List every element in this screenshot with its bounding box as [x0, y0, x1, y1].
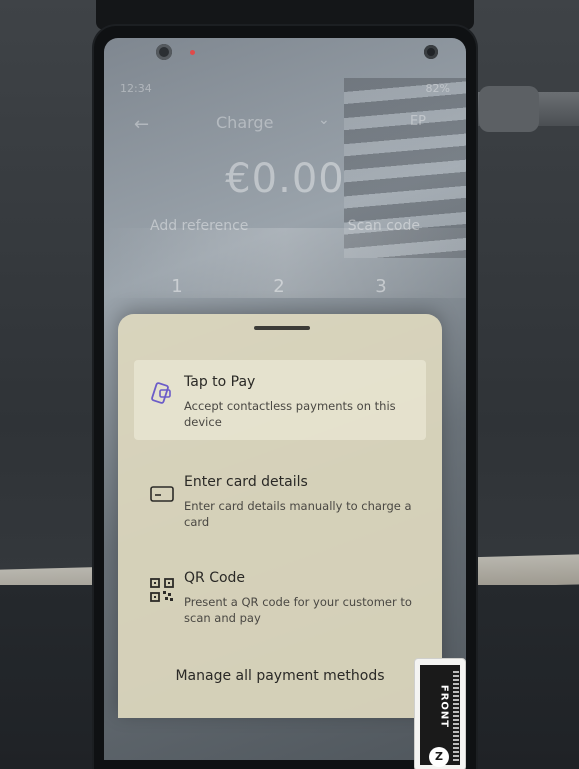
profile-badge[interactable]: EP: [410, 114, 426, 129]
camera-icon: [156, 44, 172, 60]
back-arrow-icon[interactable]: ←: [134, 114, 149, 135]
payment-method-sheet: Tap to Pay Accept contactless payments o…: [118, 314, 442, 718]
status-time: 12:34: [120, 82, 152, 95]
card-icon: [150, 486, 174, 502]
keypad-key-1[interactable]: 1: [162, 276, 192, 297]
keypad-row: 1 2 3: [104, 276, 466, 304]
option-enter-card-details[interactable]: Enter card details Enter card details ma…: [134, 460, 426, 540]
option-qr-code[interactable]: QR Code Present a QR code for your custo…: [134, 556, 426, 636]
reference-row: Add reference Scan code: [104, 216, 466, 240]
manage-payment-methods-button[interactable]: Manage all payment methods: [118, 668, 442, 684]
charge-title[interactable]: Charge: [216, 113, 273, 132]
charge-amount: €0.00: [225, 156, 345, 202]
chevron-down-icon[interactable]: ⌄: [318, 112, 330, 128]
usb-plug: [479, 86, 539, 132]
status-battery: 82%: [425, 82, 450, 95]
front-sticker: FRONT Z: [414, 658, 466, 769]
sticker-fine-print: [453, 671, 459, 763]
option-tap-to-pay[interactable]: Tap to Pay Accept contactless payments o…: [134, 360, 426, 440]
sticker-logo-icon: Z: [429, 747, 449, 767]
status-led: [190, 50, 195, 55]
scan-code-button[interactable]: Scan code: [348, 218, 420, 234]
sticker-label: FRONT: [438, 684, 450, 729]
sticker-band: FRONT Z: [420, 665, 460, 767]
sheet-drag-handle[interactable]: [254, 326, 310, 330]
option-title: Tap to Pay: [184, 374, 256, 390]
qr-code-icon: [150, 578, 174, 602]
option-title: QR Code: [184, 570, 246, 586]
add-reference-button[interactable]: Add reference: [150, 218, 248, 234]
option-title: Enter card details: [184, 474, 308, 490]
charge-header: ← Charge ⌄ EP: [104, 108, 466, 138]
keypad-key-2[interactable]: 2: [264, 276, 294, 297]
sensor-icon: [424, 45, 438, 59]
option-description: Accept contactless payments on this devi…: [184, 399, 396, 429]
option-description: Present a QR code for your customer to s…: [184, 595, 412, 625]
status-bar: 12:34 82%: [120, 82, 450, 98]
keypad-key-3[interactable]: 3: [366, 276, 396, 297]
terminal-screen: 12:34 82% ← Charge ⌄ EP €0.00 Add refere…: [104, 38, 466, 760]
option-description: Enter card details manually to charge a …: [184, 499, 412, 529]
tap-to-pay-icon: [151, 382, 171, 404]
